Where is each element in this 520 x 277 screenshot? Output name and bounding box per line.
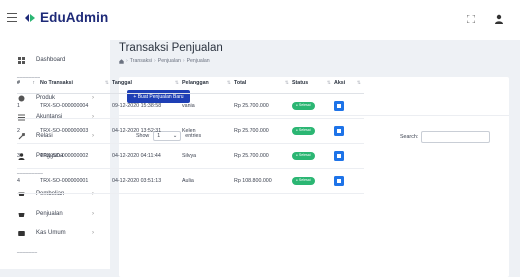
cell-aksi	[334, 168, 364, 194]
sort-icon: ⇅	[104, 80, 109, 86]
cell-no: 3	[17, 143, 40, 169]
cell-status: Selesai	[292, 93, 334, 119]
cell-total: Rp 25.700.000	[234, 93, 292, 119]
cell-no-transaksi: TRX-SO-000000002	[40, 143, 112, 169]
sidebar-item-kas-umum[interactable]: Kas Umum ›	[0, 227, 110, 239]
sidebar-item-label: Dashboard	[36, 57, 66, 63]
column-header-aksi[interactable]: Aksi ⇅	[334, 74, 364, 94]
cell-status: Selesai	[292, 118, 334, 144]
detail-button[interactable]	[334, 125, 344, 136]
cell-no-transaksi: TRX-SO-000000003	[40, 118, 112, 144]
cell-total: Rp 108.800.000	[234, 168, 292, 194]
column-header-pelanggan[interactable]: Pelanggan ⇅	[182, 74, 234, 94]
column-header-total[interactable]: Total ⇅	[234, 74, 292, 94]
cell-pelanggan: Silvya	[182, 143, 234, 169]
app-logo[interactable]: EduAdmin	[24, 10, 108, 25]
app-name: EduAdmin	[40, 10, 109, 25]
sort-icon: ↑	[32, 80, 36, 86]
table-row: 3 TRX-SO-000000002 04-12-2020 04:11:44 S…	[17, 143, 364, 169]
square-icon	[337, 103, 341, 108]
sort-icon: ⇅	[226, 80, 231, 86]
cell-status: Selesai	[292, 143, 334, 169]
square-icon	[337, 128, 341, 133]
cell-no-transaksi: TRX-SO-000000001	[40, 168, 112, 194]
cell-tanggal: 04-12-2020 03:51:13	[112, 168, 182, 194]
search-input[interactable]	[421, 131, 491, 143]
chevron-right-icon: ›	[92, 230, 94, 236]
page-title: Transaksi Penjualan	[119, 42, 223, 54]
sidebar-section-divider: ━━━━━━━	[17, 250, 38, 255]
column-header-no[interactable]: # ↑	[17, 74, 40, 94]
cell-aksi	[334, 93, 364, 119]
bag-icon	[17, 210, 25, 218]
column-header-status[interactable]: Status ⇅	[292, 74, 334, 94]
table-row: 1 TRX-SO-000000004 09-12-2020 15:38:58 v…	[17, 93, 364, 119]
cell-status: Selesai	[292, 168, 334, 194]
fullscreen-icon[interactable]	[464, 12, 478, 26]
column-header-no-transaksi[interactable]: No Transaksi ⇅	[40, 74, 112, 94]
sidebar-item-label: Kas Umum	[36, 230, 66, 236]
status-badge: Selesai	[292, 126, 315, 135]
detail-button[interactable]	[334, 150, 344, 161]
cell-aksi	[334, 143, 364, 169]
sidebar-item-label: Penjualan	[36, 211, 63, 217]
sidebar-item-penjualan[interactable]: Penjualan ›	[0, 208, 110, 220]
square-icon	[337, 153, 341, 158]
sort-icon: ⇅	[174, 80, 179, 86]
top-bar: EduAdmin	[0, 0, 520, 40]
cell-pelanggan: Kelen	[182, 118, 234, 144]
hamburger-menu-icon[interactable]	[7, 13, 17, 22]
sales-table: # ↑ No Transaksi ⇅ Tanggal ⇅ Pelanggan ⇅ Tot…	[17, 74, 364, 194]
status-badge: Selesai	[292, 176, 315, 185]
breadcrumb: › Transaksi › Penjualan › Penjualan	[119, 58, 210, 64]
breadcrumb-item: Penjualan	[186, 58, 210, 64]
cell-tanggal: 04-12-2020 13:52:31	[112, 118, 182, 144]
cell-total: Rp 25.700.000	[234, 118, 292, 144]
breadcrumb-item[interactable]: Penjualan	[158, 58, 181, 64]
search-label: Search:	[400, 134, 419, 140]
logo-mark-icon	[25, 13, 35, 22]
sort-icon: ⇅	[284, 80, 289, 86]
breadcrumb-item[interactable]: Transaksi	[130, 58, 152, 64]
home-icon[interactable]	[119, 58, 124, 64]
status-badge: Selesai	[292, 101, 315, 110]
cell-aksi	[334, 118, 364, 144]
cell-no: 1	[17, 93, 40, 119]
user-avatar-icon[interactable]	[492, 12, 506, 26]
table-header-row: # ↑ No Transaksi ⇅ Tanggal ⇅ Pelanggan ⇅ Tot…	[17, 74, 364, 94]
sidebar-item-dashboard[interactable]: Dashboard	[0, 54, 110, 66]
cell-no: 4	[17, 168, 40, 194]
status-badge: Selesai	[292, 151, 315, 160]
wallet-icon	[17, 229, 25, 237]
table-row: 2 TRX-SO-000000003 04-12-2020 13:52:31 K…	[17, 118, 364, 144]
detail-button[interactable]	[334, 100, 344, 111]
cell-total: Rp 25.700.000	[234, 143, 292, 169]
chevron-right-icon: ›	[92, 211, 94, 217]
dashboard-icon	[17, 56, 25, 64]
cell-no: 2	[17, 118, 40, 144]
cell-no-transaksi: TRX-SO-000000004	[40, 93, 112, 119]
sort-icon: ⇅	[326, 80, 331, 86]
cell-pelanggan: vania	[182, 93, 234, 119]
square-icon	[337, 178, 341, 183]
sort-icon: ⇅	[356, 80, 361, 86]
cell-tanggal: 04-12-2020 04:11:44	[112, 143, 182, 169]
cell-tanggal: 09-12-2020 15:38:58	[112, 93, 182, 119]
cell-pelanggan: Aulia	[182, 168, 234, 194]
column-header-tanggal[interactable]: Tanggal ⇅	[112, 74, 182, 94]
detail-button[interactable]	[334, 175, 344, 186]
search-control: Search:	[400, 131, 491, 143]
table-row: 4 TRX-SO-000000001 04-12-2020 03:51:13 A…	[17, 168, 364, 194]
